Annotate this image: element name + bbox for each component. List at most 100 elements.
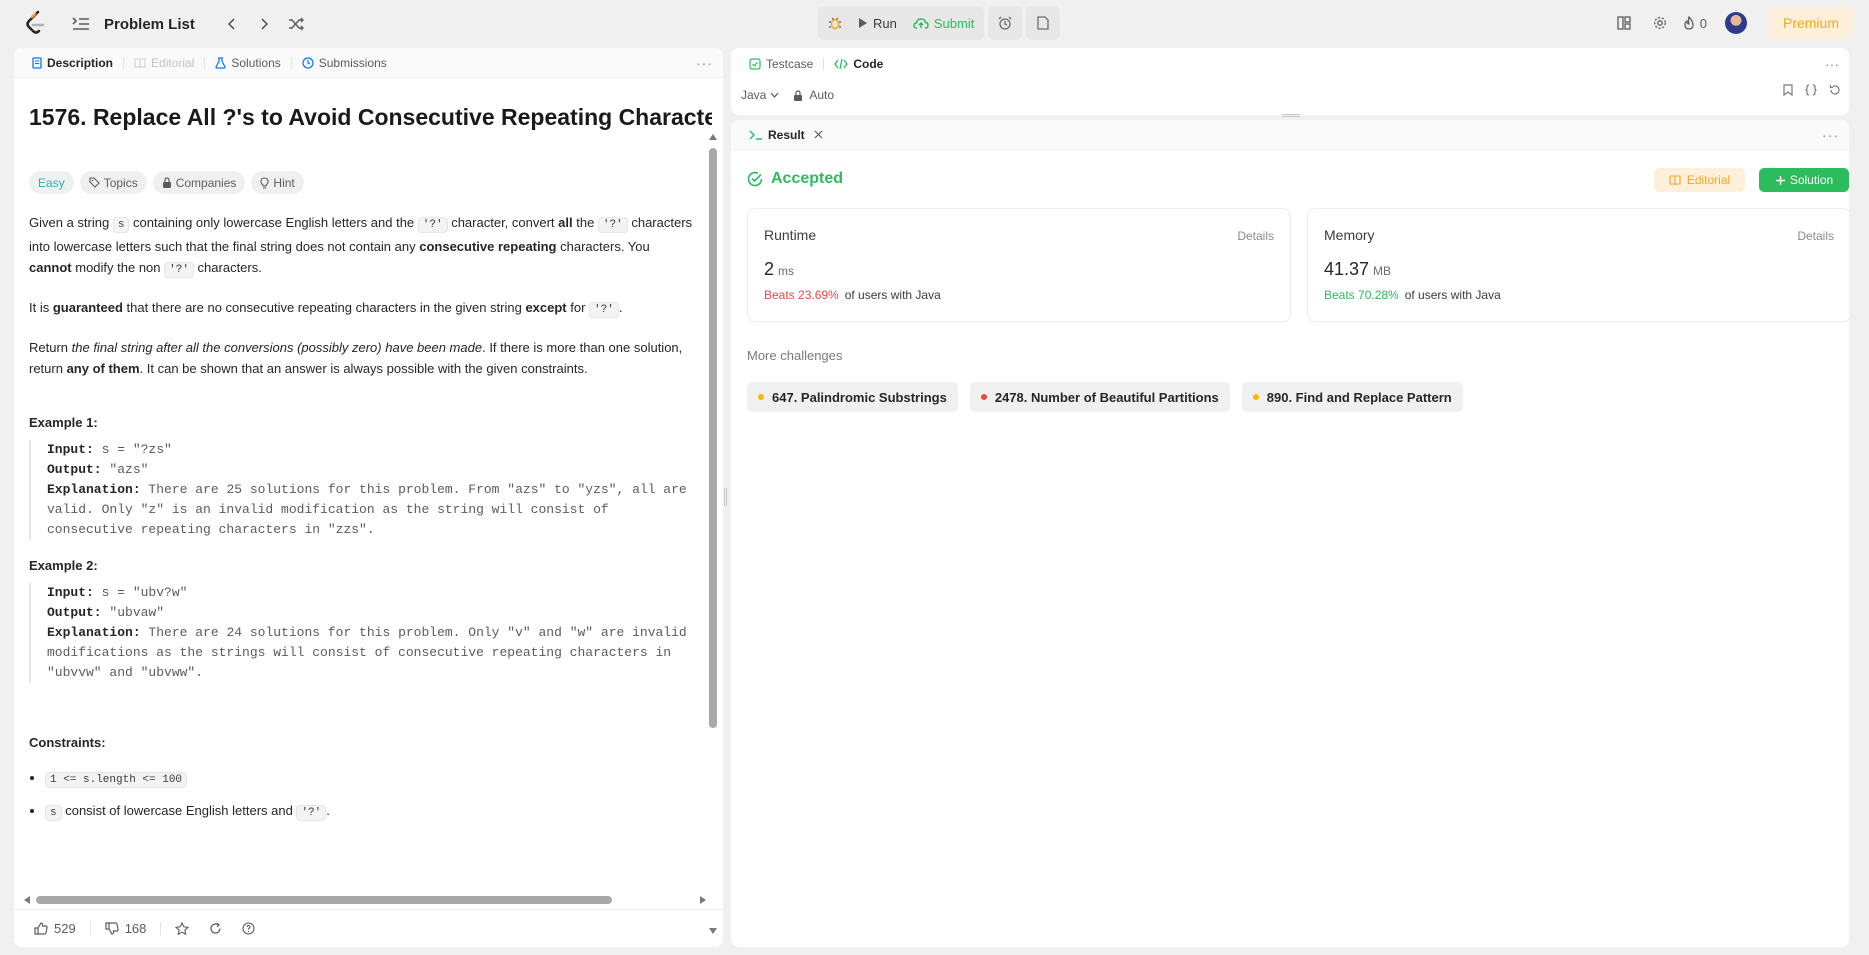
reset-icon[interactable] bbox=[1829, 84, 1841, 96]
document-icon bbox=[32, 56, 42, 69]
code-actions-group: Run Submit bbox=[818, 6, 985, 40]
code-tabs: Testcase Code ··· bbox=[731, 48, 1849, 79]
submit-button[interactable]: Submit bbox=[905, 8, 982, 38]
memory-beats-row: Beats 70.28% of users with Java bbox=[1324, 288, 1834, 302]
timer-button[interactable] bbox=[988, 6, 1023, 40]
tab-code[interactable]: Code bbox=[828, 49, 889, 79]
challenge-link[interactable]: 2478. Number of Beautiful Partitions bbox=[969, 382, 1230, 412]
tab-submissions-label: Submissions bbox=[318, 55, 387, 70]
scroll-left-arrow-icon[interactable] bbox=[24, 896, 30, 904]
runtime-details-link[interactable]: Details bbox=[1237, 229, 1274, 243]
streak-counter[interactable]: 0 bbox=[1683, 16, 1707, 31]
challenge-link[interactable]: 890. Find and Replace Pattern bbox=[1241, 382, 1463, 412]
description-paragraph-2: It is guaranteed that there are no conse… bbox=[29, 300, 623, 318]
settings-gear-icon[interactable] bbox=[1647, 10, 1673, 36]
leetcode-logo-icon[interactable] bbox=[24, 10, 48, 36]
tab-editorial[interactable]: Editorial bbox=[128, 48, 200, 78]
debug-button[interactable] bbox=[820, 8, 850, 38]
vertical-panel-splitter[interactable] bbox=[724, 488, 727, 506]
submission-status: Accepted bbox=[747, 170, 843, 188]
vertical-scrollbar[interactable] bbox=[709, 134, 717, 934]
scroll-up-arrow-icon[interactable] bbox=[709, 134, 717, 140]
more-options-icon[interactable]: ··· bbox=[1822, 127, 1839, 143]
format-braces-icon[interactable] bbox=[1805, 84, 1817, 96]
description-paragraph-1: Given a string s containing only lowerca… bbox=[29, 215, 693, 278]
description-tabs: Description Editorial Solutions Submissi… bbox=[14, 48, 723, 78]
problem-tags: Easy Topics Companies Hint bbox=[29, 171, 712, 194]
memory-value-row: 41.37 MB bbox=[1324, 259, 1834, 280]
runtime-unit: ms bbox=[778, 264, 795, 278]
favorite-button[interactable] bbox=[169, 922, 195, 935]
tab-solutions[interactable]: Solutions bbox=[209, 48, 286, 78]
editorial-button[interactable]: Editorial bbox=[1654, 168, 1745, 192]
description-paragraph-3: Return the final string after all the co… bbox=[29, 340, 683, 376]
more-options-icon[interactable]: ··· bbox=[696, 55, 713, 71]
bookmark-icon[interactable] bbox=[1783, 84, 1793, 96]
problem-list-icon[interactable] bbox=[68, 11, 94, 37]
tab-testcase-label: Testcase bbox=[766, 56, 814, 71]
tab-code-label: Code bbox=[853, 56, 884, 71]
memory-beats-suffix: of users with Java bbox=[1404, 288, 1501, 302]
challenge-label: 647. Palindromic Substrings bbox=[772, 389, 947, 405]
memory-card[interactable]: Memory Details 41.37 MB Beats 70.28% of us… bbox=[1307, 208, 1849, 322]
tab-testcase[interactable]: Testcase bbox=[743, 49, 819, 79]
next-problem-icon[interactable] bbox=[251, 11, 277, 37]
memory-beats: Beats 70.28% bbox=[1324, 288, 1399, 302]
share-icon bbox=[210, 922, 222, 934]
topics-chip[interactable]: Topics bbox=[79, 171, 147, 194]
notes-button[interactable] bbox=[1026, 6, 1061, 40]
like-button[interactable]: 529 bbox=[28, 921, 82, 936]
footer-divider bbox=[160, 921, 162, 936]
memory-unit: MB bbox=[1373, 264, 1392, 278]
book-icon bbox=[134, 57, 146, 68]
hint-chip[interactable]: Hint bbox=[251, 171, 304, 194]
hint-label: Hint bbox=[273, 175, 295, 190]
vertical-scroll-thumb[interactable] bbox=[709, 148, 717, 728]
tab-editorial-label: Editorial bbox=[151, 55, 195, 70]
tab-description[interactable]: Description bbox=[26, 48, 119, 78]
shuffle-icon[interactable] bbox=[283, 11, 309, 37]
premium-button[interactable]: Premium bbox=[1768, 7, 1853, 39]
flask-icon bbox=[215, 56, 226, 69]
tab-result[interactable]: Result bbox=[743, 120, 829, 150]
layout-icon[interactable] bbox=[1611, 10, 1637, 36]
post-solution-button[interactable]: Solution bbox=[1759, 168, 1849, 192]
runtime-card[interactable]: Runtime Details 2 ms Beats 23.69% of users… bbox=[747, 208, 1291, 322]
editor-actions bbox=[1783, 84, 1841, 96]
help-button[interactable] bbox=[236, 922, 261, 935]
constraint-item: s consist of lowercase English letters a… bbox=[45, 801, 712, 823]
tab-solutions-label: Solutions bbox=[231, 55, 281, 70]
book-icon bbox=[1669, 174, 1681, 185]
companies-chip[interactable]: Companies bbox=[152, 171, 246, 194]
star-icon bbox=[175, 922, 190, 935]
note-icon bbox=[1037, 16, 1049, 30]
memory-details-link[interactable]: Details bbox=[1797, 229, 1834, 243]
more-challenges-title: More challenges bbox=[747, 348, 843, 363]
horizontal-scroll-thumb[interactable] bbox=[36, 896, 612, 904]
language-select[interactable]: Java bbox=[741, 88, 779, 102]
share-button[interactable] bbox=[203, 922, 228, 935]
user-avatar[interactable] bbox=[1724, 12, 1747, 34]
auto-mode[interactable]: Auto bbox=[793, 88, 834, 102]
tab-divider bbox=[823, 57, 825, 70]
challenge-link[interactable]: 647. Palindromic Substrings bbox=[747, 382, 958, 412]
scroll-right-arrow-icon[interactable] bbox=[700, 896, 706, 904]
horizontal-scrollbar[interactable] bbox=[20, 894, 710, 906]
tab-result-label: Result bbox=[768, 127, 805, 142]
tab-submissions[interactable]: Submissions bbox=[296, 48, 393, 78]
problem-list-nav: Problem List bbox=[68, 11, 309, 37]
example-2-title: Example 2: bbox=[29, 558, 98, 573]
previous-problem-icon[interactable] bbox=[219, 11, 245, 37]
editor-settings-row: Java Auto bbox=[731, 79, 1849, 111]
more-options-icon[interactable]: ··· bbox=[1825, 56, 1839, 72]
close-icon[interactable] bbox=[814, 130, 823, 139]
problem-list-title[interactable]: Problem List bbox=[104, 16, 195, 33]
topics-label: Topics bbox=[103, 175, 138, 190]
run-label: Run bbox=[873, 15, 897, 31]
horizontal-panel-splitter[interactable] bbox=[1282, 114, 1300, 117]
dislike-button[interactable]: 168 bbox=[99, 921, 153, 936]
constraints-title: Constraints: bbox=[29, 735, 106, 750]
run-button[interactable]: Run bbox=[850, 8, 905, 38]
constraints-list: 1 <= s.length <= 100 s consist of lowerc… bbox=[29, 768, 712, 823]
lightbulb-icon bbox=[260, 176, 269, 189]
